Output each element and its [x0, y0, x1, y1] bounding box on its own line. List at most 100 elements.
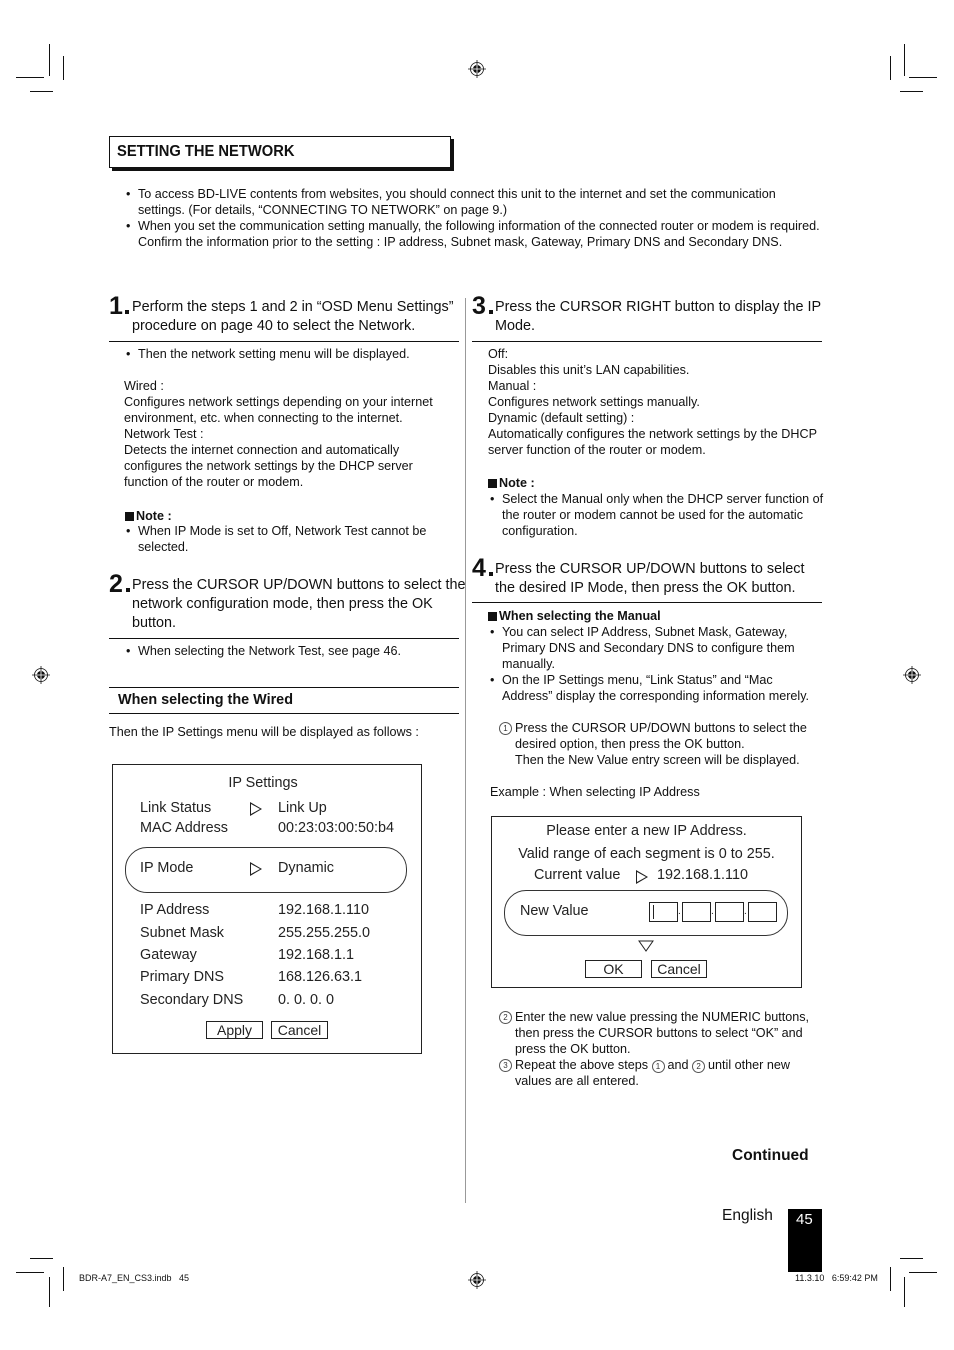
dialog-line-1: Please enter a new IP Address.	[546, 823, 747, 839]
new-value-label: New Value	[520, 903, 589, 919]
step-text: Press the CURSOR UP/DOWN buttons to sele…	[495, 561, 805, 596]
text-cursor	[653, 905, 654, 919]
substep-2: 2 Enter the new value pressing the NUMER…	[499, 1009, 824, 1057]
substep-3: 3 Repeat the above steps 1 and 2 until oth…	[499, 1057, 824, 1089]
section-title-box: SETTING THE NETWORK	[109, 136, 451, 168]
step3-note: Select the Manual only when the DHCP ser…	[490, 491, 825, 539]
detail-term: Off:	[488, 347, 509, 361]
divider	[109, 638, 459, 639]
divider	[109, 713, 459, 714]
substep-text: Press the CURSOR UP/DOWN buttons to sele…	[515, 721, 807, 751]
manual-heading-text: When selecting the Manual	[499, 609, 661, 623]
cancel-button[interactable]: Cancel	[651, 960, 707, 978]
circled-number-icon: 3	[499, 1059, 512, 1072]
circled-number-icon: 2	[692, 1060, 706, 1073]
bullet-text: On the IP Settings menu, “Link Status” a…	[490, 672, 825, 704]
substep-text: Repeat the above steps	[515, 1058, 649, 1072]
registration-mark-icon	[32, 666, 50, 684]
manual-heading: When selecting the Manual	[488, 607, 661, 625]
step3-details: Off: Disables this unit’s LAN capabiliti…	[488, 346, 823, 458]
link-status-label: Link Status	[140, 800, 212, 816]
registration-mark-icon	[468, 60, 486, 78]
arrow-down-icon	[638, 940, 654, 952]
detail-desc: Configures network settings manually.	[488, 395, 700, 409]
divider	[472, 602, 822, 603]
primary-dns-value[interactable]: 168.126.63.1	[278, 969, 362, 985]
ip-segment-4-input[interactable]	[748, 902, 777, 922]
bullet-text: When selecting the Network Test, see pag…	[126, 643, 456, 659]
intro-bullet: To access BD-LIVE contents from websites…	[126, 186, 826, 218]
ip-settings-title: IP Settings	[228, 775, 298, 791]
substep-text: Then the New Value entry screen will be …	[515, 753, 800, 767]
secondary-dns-value[interactable]: 0. 0. 0. 0	[278, 992, 334, 1008]
ip-address-value[interactable]: 192.168.1.110	[278, 902, 369, 918]
step-number: 3	[472, 292, 486, 320]
new-value-dialog: Please enter a new IP Address. Valid ran…	[491, 816, 802, 988]
wired-heading: When selecting the Wired	[118, 692, 293, 708]
dot-separator: .	[711, 906, 714, 917]
detail-desc: Disables this unit’s LAN capabilities.	[488, 363, 690, 377]
step-1: 1 Perform the steps 1 and 2 in “OSD Menu…	[109, 292, 461, 338]
ip-settings-menu: IP Settings Link Status Link Up MAC Addr…	[112, 764, 422, 1054]
step-text: Perform the steps 1 and 2 in “OSD Menu S…	[132, 299, 454, 334]
detail-term: Manual :	[488, 379, 537, 393]
step2-bullet: When selecting the Network Test, see pag…	[126, 643, 456, 659]
detail-desc: Automatically configures the network set…	[488, 427, 817, 457]
link-status-value: Link Up	[278, 800, 327, 816]
arrow-right-icon	[636, 870, 648, 888]
detail-term: Wired :	[124, 379, 164, 393]
bullet-text: Then the network setting menu will be di…	[126, 346, 456, 362]
example-label: Example : When selecting IP Address	[490, 785, 700, 799]
step-4: 4 Press the CURSOR UP/DOWN buttons to se…	[472, 554, 824, 600]
circled-number-icon: 1	[651, 1060, 665, 1073]
square-bullet-icon	[488, 479, 497, 488]
page-number: 45	[796, 1211, 813, 1228]
dialog-line-2: Valid range of each segment is 0 to 255.	[518, 846, 775, 862]
gateway-label: Gateway	[140, 947, 197, 963]
dot-separator: .	[744, 906, 747, 917]
registration-mark-icon	[468, 1271, 486, 1289]
dot-separator: .	[678, 906, 681, 917]
file-info: BDR-A7_EN_CS3.indb 45	[79, 1273, 190, 1283]
note-heading: Note :	[488, 474, 535, 492]
step-text: Press the CURSOR RIGHT button to display…	[495, 299, 821, 334]
continued-label: Continued	[732, 1147, 809, 1164]
registration-mark-icon	[903, 666, 921, 684]
apply-button[interactable]: Apply	[206, 1021, 263, 1039]
substep-text: and	[667, 1058, 689, 1072]
square-bullet-icon	[488, 612, 497, 621]
circled-number-icon: 1	[499, 722, 512, 735]
divider	[109, 341, 459, 342]
step1-note: When IP Mode is set to Off, Network Test…	[126, 523, 446, 555]
primary-dns-label: Primary DNS	[140, 969, 224, 985]
subnet-mask-value[interactable]: 255.255.255.0	[278, 925, 370, 941]
substeps-2-3: 2 Enter the new value pressing the NUMER…	[499, 1009, 824, 1089]
language-label: English	[722, 1207, 773, 1224]
current-value-label: Current value	[534, 867, 621, 883]
section-title: SETTING THE NETWORK	[117, 143, 295, 160]
mac-address-label: MAC Address	[140, 820, 228, 836]
note-text: Select the Manual only when the DHCP ser…	[490, 491, 825, 539]
substep-1: 1 Press the CURSOR UP/DOWN buttons to se…	[499, 720, 824, 768]
ip-segment-3-input[interactable]	[715, 902, 744, 922]
column-divider	[465, 298, 466, 1203]
step-number: 1	[109, 292, 123, 320]
ip-segment-1-input[interactable]	[649, 902, 678, 922]
bullet-text: You can select IP Address, Subnet Mask, …	[490, 624, 825, 672]
cancel-button[interactable]: Cancel	[271, 1021, 328, 1039]
wired-intro: Then the IP Settings menu will be displa…	[109, 725, 419, 739]
step-text: Press the CURSOR UP/DOWN buttons to sele…	[132, 577, 466, 631]
gateway-value[interactable]: 192.168.1.1	[278, 947, 354, 963]
ok-button[interactable]: OK	[585, 960, 642, 978]
substep-text: Enter the new value pressing the NUMERIC…	[515, 1010, 809, 1056]
step1-bullet: Then the network setting menu will be di…	[126, 346, 456, 362]
circled-number-icon: 2	[499, 1011, 512, 1024]
ip-segment-2-input[interactable]	[682, 902, 711, 922]
arrow-right-icon	[250, 862, 262, 880]
divider	[109, 687, 459, 688]
step-2: 2 Press the CURSOR UP/DOWN buttons to se…	[109, 570, 466, 636]
note-label: Note :	[136, 509, 172, 523]
manual-bullets: You can select IP Address, Subnet Mask, …	[490, 624, 825, 704]
ip-mode-value[interactable]: Dynamic	[278, 860, 334, 876]
step-number: 4	[472, 554, 486, 582]
